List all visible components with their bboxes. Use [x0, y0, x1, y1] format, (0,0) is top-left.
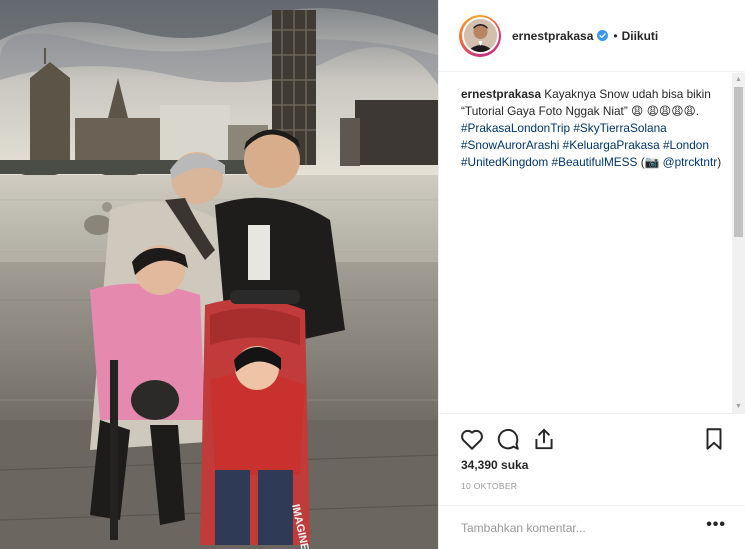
- share-icon[interactable]: [531, 426, 557, 452]
- post-actions: 34,390 suka 10 OKTOBER •••: [439, 413, 745, 549]
- hashtag-link[interactable]: #SkyTierraSolana: [573, 121, 666, 135]
- comments-scrollbar[interactable]: ▲ ▼: [732, 73, 745, 413]
- story-ring[interactable]: [459, 14, 501, 57]
- post-caption: ernestprakasa Kayaknya Snow udah bisa bi…: [461, 86, 726, 171]
- post-date[interactable]: 10 OKTOBER: [461, 481, 517, 491]
- caption-text: (📷: [637, 155, 663, 169]
- username-link[interactable]: ernestprakasa: [512, 29, 593, 43]
- comment-bubble-icon[interactable]: [495, 426, 521, 452]
- hashtag-link[interactable]: #PrakasaLondonTrip: [461, 121, 570, 135]
- hashtag-link[interactable]: #BeautifulMESS: [552, 155, 638, 169]
- follow-status-button[interactable]: Diikuti: [622, 29, 659, 43]
- hashtag-link[interactable]: @ptrcktntr: [663, 155, 718, 169]
- post-header: ernestprakasa • Diikuti: [439, 0, 745, 72]
- caption-username-link[interactable]: ernestprakasa: [461, 87, 541, 101]
- post-photo[interactable]: IMAGINE BEL: [0, 0, 438, 549]
- likes-count[interactable]: 34,390 suka: [461, 458, 528, 472]
- comment-input[interactable]: [461, 519, 681, 537]
- hashtag-link[interactable]: #SnowAurorArashi: [461, 138, 559, 152]
- heart-icon[interactable]: [459, 426, 485, 452]
- comments-area[interactable]: ernestprakasa Kayaknya Snow udah bisa bi…: [439, 73, 732, 413]
- separator-dot: •: [613, 28, 618, 43]
- more-options-button[interactable]: •••: [706, 516, 726, 534]
- caption-text: ): [717, 155, 722, 169]
- action-icon-row: [459, 426, 727, 452]
- bookmark-icon[interactable]: [701, 426, 727, 452]
- london-family-photo: IMAGINE BEL: [0, 0, 438, 549]
- scroll-up-arrow-icon[interactable]: ▲: [732, 73, 745, 86]
- hashtag-link[interactable]: #KeluargaPrakasa: [563, 138, 660, 152]
- scroll-down-arrow-icon[interactable]: ▼: [732, 400, 745, 413]
- add-comment-bar: •••: [439, 505, 745, 549]
- avatar-image: [463, 19, 497, 52]
- post-sidebar: ernestprakasa • Diikuti ernestprakasa Ka…: [438, 0, 745, 549]
- profile-avatar[interactable]: [461, 17, 499, 54]
- hashtag-link[interactable]: #London: [663, 138, 709, 152]
- hashtag-link[interactable]: #UnitedKingdom: [461, 155, 548, 169]
- verified-badge-icon: [597, 30, 609, 41]
- scroll-thumb[interactable]: [734, 87, 743, 237]
